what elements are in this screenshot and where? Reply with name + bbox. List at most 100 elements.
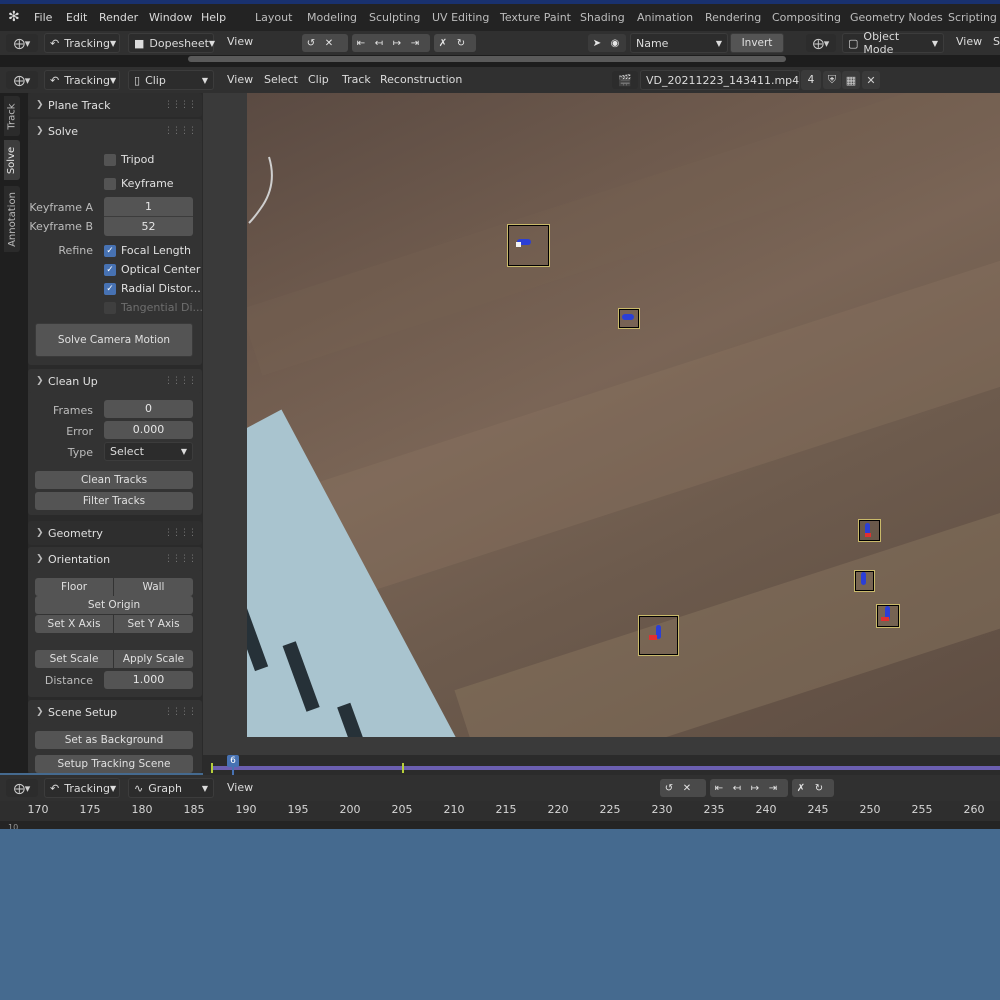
drag-handle-icon[interactable]: ⋮⋮⋮⋮ [164,376,197,386]
workspace-tab-uv-editing[interactable]: UV Editing [432,11,489,24]
keyframe-a-field[interactable]: 1 [104,197,193,217]
track-backward-all-icon[interactable]: ⇤ [352,38,370,49]
folder-icon[interactable]: ▦ [842,71,860,89]
track-backward-icon[interactable]: ↤ [370,38,388,49]
cleanup-panel-header[interactable]: ❯ Clean Up ⋮⋮⋮⋮ [28,369,202,393]
only-selected-icon[interactable]: ➤ [588,38,606,49]
orientation-panel-header[interactable]: ❯ Orientation ⋮⋮⋮⋮ [28,547,202,571]
fake-user-shield-icon[interactable]: ⛨ [823,71,841,89]
track-backward-all-icon[interactable]: ⇤ [710,783,728,794]
clip-menu-reconstruction[interactable]: Reconstruction [380,73,462,86]
filter-name-select[interactable]: Name ▼ [630,33,728,53]
editor-type-icon-right[interactable]: ⨁▾ [806,34,836,52]
track-forward-all-icon[interactable]: ⇥ [764,783,782,794]
editor-type-icon[interactable]: ⨁▾ [6,34,38,52]
track-forward-icon[interactable]: ↦ [388,38,406,49]
graph-mode-select[interactable]: ↶ Tracking ▼ [44,778,120,798]
select-tracks-icon[interactable]: ↺ [302,38,320,49]
show-hidden-icon[interactable]: ◉ [606,38,624,49]
tracking-marker[interactable] [854,570,875,592]
plane-track-panel-header[interactable]: ❯ Plane Track ⋮⋮⋮⋮ [28,93,202,117]
clip-name-field[interactable]: VD_20211223_143411.mp4 [640,70,800,90]
track-forward-all-icon[interactable]: ⇥ [406,38,424,49]
workspace-tab-rendering[interactable]: Rendering [705,11,761,24]
dopesheet-view-select[interactable]: ■ Dopesheet ▼ [128,33,215,53]
object-mode-select[interactable]: ▢ Object Mode ▼ [842,30,944,56]
cleanup-type-select[interactable]: Select ▼ [104,442,193,461]
tab-track[interactable]: Track [4,96,20,136]
geometry-panel-header[interactable]: ❯ Geometry ⋮⋮⋮⋮ [28,521,202,545]
solve-camera-motion-button[interactable]: Solve Camera Motion [35,323,193,357]
graph-view-select[interactable]: ∿ Graph ▼ [128,778,214,798]
tracking-marker[interactable] [858,519,881,542]
dopesheet-view-menu[interactable]: View [227,35,253,48]
invert-button[interactable]: Invert [730,33,784,53]
tracking-marker[interactable] [638,615,679,656]
workspace-tab-texture-paint[interactable]: Texture Paint [500,11,571,24]
tab-solve[interactable]: Solve [4,140,20,180]
refine-icon[interactable]: ↻ [810,783,828,794]
clear-path-icon[interactable]: ✗ [434,38,452,49]
menu-window[interactable]: Window [149,11,192,24]
set-x-axis-button[interactable]: Set X Axis [35,615,113,633]
clean-tracks-button[interactable]: Clean Tracks [35,471,193,489]
editor-type-icon[interactable]: ⨁▾ [6,71,38,89]
clip-view-select[interactable]: ▯ Clip ▼ [128,70,214,90]
clip-menu-clip[interactable]: Clip [308,73,329,86]
workspace-tab-scripting[interactable]: Scripting [948,11,997,24]
graph-view-menu[interactable]: View [227,781,253,794]
clip-menu-select[interactable]: Select [264,73,298,86]
current-frame-indicator[interactable]: 6 [227,755,239,767]
close-icon[interactable]: ✕ [862,71,880,89]
drag-handle-icon[interactable]: ⋮⋮⋮⋮ [164,707,197,717]
movie-clip-frame[interactable] [247,93,1000,737]
track-forward-icon[interactable]: ↦ [746,783,764,794]
refine-tangential-distortion-checkbox[interactable]: Tangential Di... [104,301,203,314]
menu-edit[interactable]: Edit [66,11,87,24]
error-field[interactable]: 0.000 [104,421,193,439]
blender-logo-icon[interactable]: ✻ [8,9,20,25]
clip-menu-track[interactable]: Track [342,73,371,86]
scene-setup-panel-header[interactable]: ❯ Scene Setup ⋮⋮⋮⋮ [28,700,202,724]
dopesheet-mode-select[interactable]: ↶ Tracking ▼ [44,33,120,53]
clear-path-icon[interactable]: ✗ [792,783,810,794]
select-tracks-icon[interactable]: ↺ [660,783,678,794]
track-backward-icon[interactable]: ↤ [728,783,746,794]
menu-help[interactable]: Help [201,11,226,24]
drag-handle-icon[interactable]: ⋮⋮⋮⋮ [164,554,197,564]
menu-render[interactable]: Render [99,11,138,24]
graph-area[interactable]: 10 [0,821,1000,829]
menu-file[interactable]: File [34,11,52,24]
workspace-tab-layout[interactable]: Layout [255,11,292,24]
set-origin-button[interactable]: Set Origin [35,596,193,614]
set-as-background-button[interactable]: Set as Background [35,731,193,749]
drag-handle-icon[interactable]: ⋮⋮⋮⋮ [164,528,197,538]
solve-panel-header[interactable]: ❯ Solve ⋮⋮⋮⋮ [28,119,202,143]
distance-field[interactable]: 1.000 [104,671,193,689]
horizontal-scrollbar[interactable] [188,56,786,62]
workspace-tab-animation[interactable]: Animation [637,11,693,24]
clip-browse-icon[interactable]: 🎬 [612,71,638,89]
delete-tracks-icon[interactable]: ✕ [678,783,696,794]
set-floor-button[interactable]: Floor [35,578,113,596]
viewport-view-menu[interactable]: View [956,35,982,48]
drag-handle-icon[interactable]: ⋮⋮⋮⋮ [164,126,197,136]
setup-tracking-scene-button[interactable]: Setup Tracking Scene [35,755,193,773]
keyframe-b-field[interactable]: 52 [104,216,193,236]
delete-tracks-icon[interactable]: ✕ [320,38,338,49]
clip-timeline[interactable]: 6 [203,755,1000,775]
tracking-marker[interactable] [507,224,550,267]
refine-focal-length-checkbox[interactable]: ✓ Focal Length [104,244,191,257]
clip-menu-view[interactable]: View [227,73,253,86]
workspace-tab-modeling[interactable]: Modeling [307,11,357,24]
keyframe-checkbox[interactable]: Keyframe [104,177,174,190]
workspace-tab-sculpting[interactable]: Sculpting [369,11,420,24]
tracking-marker[interactable] [618,308,640,329]
clip-users-count[interactable]: 4 [801,70,821,90]
set-y-axis-button[interactable]: Set Y Axis [114,615,193,633]
set-wall-button[interactable]: Wall [114,578,193,596]
workspace-tab-shading[interactable]: Shading [580,11,625,24]
clip-mode-select[interactable]: ↶ Tracking ▼ [44,70,120,90]
workspace-tab-geometry-nodes[interactable]: Geometry Nodes [850,11,943,24]
viewport-select-menu-cut[interactable]: S [993,35,1000,48]
